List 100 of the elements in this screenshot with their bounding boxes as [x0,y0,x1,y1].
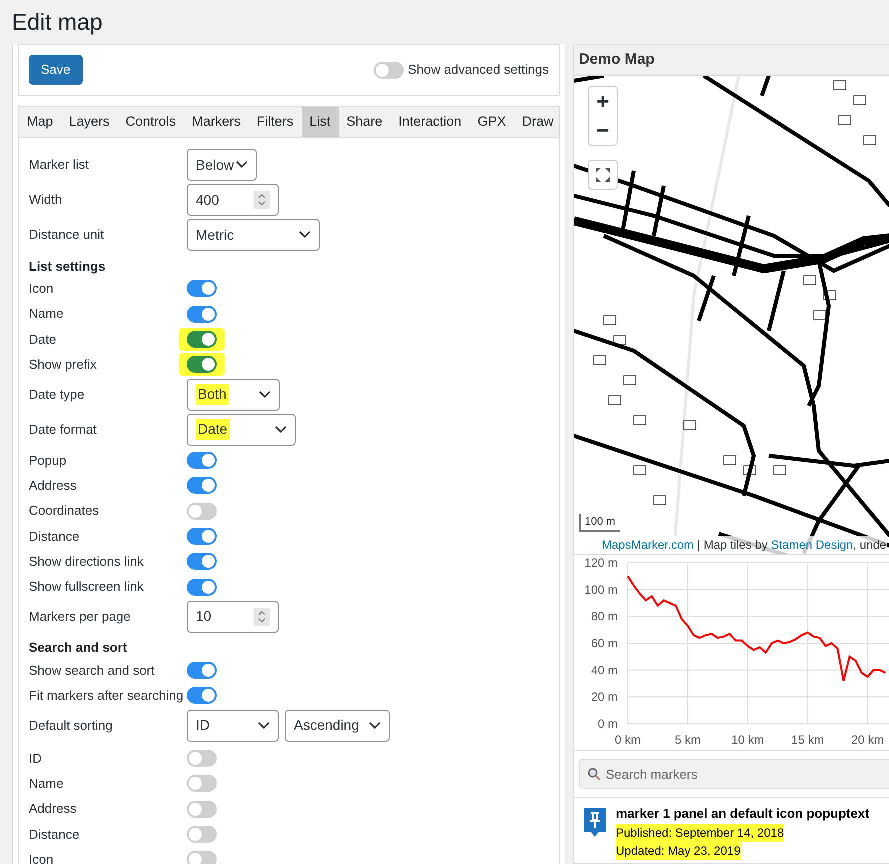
setting-label: Coordinates [29,502,100,520]
toggle-switch[interactable] [187,826,217,844]
y-tick-label: 0 m [598,717,618,731]
setting-label: Distance unit [29,226,106,244]
y-tick-label: 120 m [584,556,618,570]
setting-label: Date [29,330,58,349]
setting-label: Default sorting [29,716,114,735]
selected-value: Date [196,419,230,440]
marker-name: marker 1 panel an default icon popuptext [616,805,870,823]
input-value: 400 [196,190,220,210]
setting-label: Address [29,800,78,818]
toggle-switch[interactable] [187,775,217,792]
y-tick-label: 100 m [584,582,618,597]
x-tick-label: 5 km [674,733,701,747]
spinner-icon[interactable] [254,608,270,626]
setting-label: Icon [29,851,55,864]
setting-label: Name [29,305,65,324]
attribution-link[interactable]: MapsMarker.com [602,538,694,552]
advanced-settings-toggle[interactable] [374,62,404,78]
toggle-switch[interactable] [187,528,217,545]
setting-label: Show directions link [29,553,145,572]
tab[interactable]: List [302,107,339,137]
setting-label: Width [29,191,64,209]
setting-label: Show search and sort [29,662,156,680]
search-icon [587,767,601,781]
dropdown-select[interactable]: Date [187,414,296,446]
spinner-icon[interactable] [254,191,270,209]
toggle-switch[interactable] [187,687,217,704]
attribution-link[interactable]: Stamen Design [771,538,854,552]
tab[interactable]: Layers [61,107,118,137]
page-title: Edit map [11,8,104,37]
tab[interactable]: Filters [248,107,302,137]
toggle-switch[interactable] [187,800,217,818]
map-title: Demo Map [579,50,655,70]
toggle-switch[interactable] [187,330,217,348]
setting-label: Show prefix [29,356,98,374]
selected-value: ID [196,716,210,736]
search-field[interactable]: Search markers [579,759,889,789]
save-button[interactable]: Save [29,55,83,85]
toggle-switch[interactable] [187,553,217,570]
tab[interactable]: Markers [184,107,249,137]
tab[interactable]: GPX [470,107,514,137]
input-value: 10 [196,607,212,626]
number-input[interactable]: 10 [187,600,279,633]
zoom-in-button[interactable]: + [589,87,617,116]
x-tick-label: 20 km [851,733,884,747]
dropdown-select[interactable]: Metric [187,219,320,251]
setting-label: Distance [29,826,81,844]
dropdown-select[interactable]: Below [187,149,257,181]
chevron-down-icon [258,722,270,730]
toggle-switch[interactable] [187,750,217,767]
dropdown-select[interactable]: Both [187,378,280,411]
toggle-switch[interactable] [187,452,217,469]
tab[interactable]: Draw [514,107,562,137]
selected-value: Both [196,384,229,406]
toggle-switch[interactable] [187,477,217,494]
x-tick-label: 0 km [615,733,641,747]
tab[interactable]: Share [338,107,391,137]
setting-label: Markers per page [29,608,132,626]
selected-value: Below [196,156,234,174]
setting-label: Icon [29,280,55,298]
dropdown-select[interactable]: Ascending [285,710,390,742]
toggle-switch[interactable] [187,306,217,323]
x-tick-label: 15 km [792,733,824,747]
advanced-settings-label: Show advanced settings [408,61,549,80]
fullscreen-button[interactable] [588,160,618,190]
toggle-switch[interactable] [187,851,217,864]
selected-value: Metric [196,226,234,244]
setting-label: Date format [29,420,98,439]
chevron-down-icon [236,161,248,169]
chevron-down-icon [369,722,381,730]
scale-bar: 100 m [579,514,620,532]
toggle-switch[interactable] [187,280,217,298]
y-tick-label: 40 m [591,663,618,678]
y-tick-label: 60 m [591,636,618,650]
setting-label: Marker list [29,156,90,174]
marker-date: Published: September 14, 2018 [616,824,784,842]
setting-label: Address [29,476,78,495]
toggle-switch[interactable] [187,502,217,520]
setting-label: Show fullscreen link [29,578,145,596]
setting-label: Fit markers after searching [29,687,185,706]
setting-label: Date type [29,386,86,404]
toggle-switch[interactable] [187,578,217,596]
chevron-down-icon [299,231,311,239]
dropdown-select[interactable]: ID [187,710,279,742]
y-tick-label: 80 m [591,610,618,624]
zoom-out-button[interactable]: − [589,116,617,145]
section-heading: List settings [29,258,106,276]
tab[interactable]: Interaction [390,107,470,137]
attribution-text: , unde [853,538,887,552]
selected-value: Ascending [294,716,360,736]
number-input[interactable]: 400 [187,184,279,216]
expand-icon [595,167,611,183]
x-tick-label: 10 km [732,733,764,747]
y-tick-label: 20 m [591,690,618,704]
toggle-switch[interactable] [187,356,217,374]
tab[interactable]: Map [19,107,62,137]
tab[interactable]: Controls [118,107,184,137]
toggle-switch[interactable] [187,662,217,680]
setting-label: Name [29,775,65,794]
